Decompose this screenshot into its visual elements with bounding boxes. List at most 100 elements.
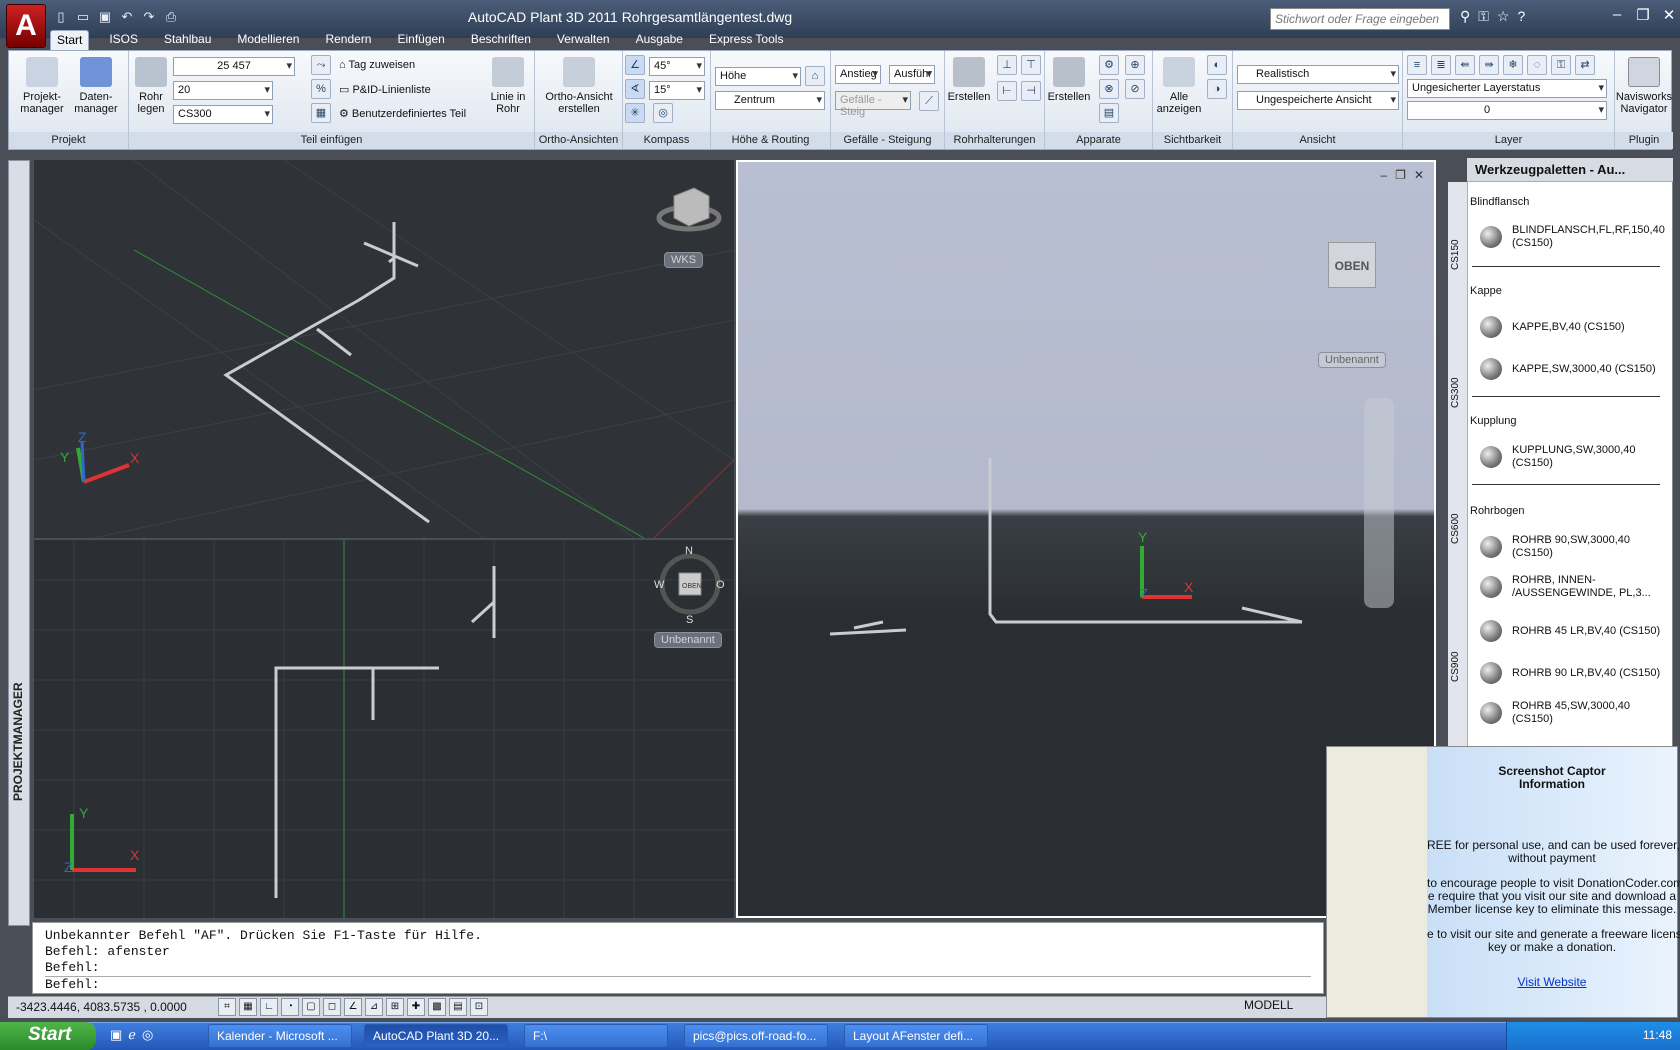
layer-prev-icon[interactable]: ⇚ xyxy=(1455,55,1475,75)
taskbar-item-active[interactable]: AutoCAD Plant 3D 20... xyxy=(364,1024,508,1048)
ausfuehr-button[interactable]: Ausführ xyxy=(889,65,935,84)
otrack-icon[interactable]: ∠ xyxy=(344,998,362,1016)
palette-item[interactable]: KAPPE,BV,40 (CS150) xyxy=(1480,316,1670,338)
datenmanager-button[interactable]: Daten- manager xyxy=(71,57,121,115)
palette-tab-cs300[interactable]: CS300 xyxy=(1450,377,1461,408)
taskbar-item[interactable]: F:\ xyxy=(524,1024,668,1048)
start-button[interactable]: Start xyxy=(0,1022,96,1050)
tab-modellieren[interactable]: Modellieren xyxy=(231,30,305,50)
help-icon[interactable]: ? xyxy=(1517,8,1525,25)
model-tab[interactable]: MODELL xyxy=(1244,998,1293,1012)
tpy-icon[interactable]: ▩ xyxy=(428,998,446,1016)
command-prompt[interactable]: Befehl: xyxy=(45,976,1311,993)
visit-website-link[interactable]: Visit Website xyxy=(1427,976,1677,989)
layer-state-combo[interactable]: Ungesicherter Layerstatus xyxy=(1407,79,1607,98)
compass-snap-icon[interactable]: ∠ xyxy=(625,55,645,75)
tab-beschriften[interactable]: Beschriften xyxy=(465,30,537,50)
layer-iso-icon[interactable]: ⇛ xyxy=(1479,55,1499,75)
palette-item[interactable]: BLINDFLANSCH,FL,RF,150,40 (CS150) xyxy=(1480,224,1670,250)
rohr-legen-button[interactable]: Rohr legen xyxy=(133,57,169,115)
ucs-menu-unbenannt-3d[interactable]: Unbenannt xyxy=(1318,352,1386,368)
polar-icon[interactable]: ◔ xyxy=(281,998,299,1016)
benutzerdefiniertes-teil-link[interactable]: ⚙ Benutzerdefiniertes Teil xyxy=(339,107,466,120)
compass-toggle-icon[interactable]: ◎ xyxy=(653,103,673,123)
route-icon[interactable]: ⤳ xyxy=(311,55,331,75)
compass-viewcube[interactable]: OBEN N S W O xyxy=(654,545,725,626)
anstieg-button[interactable]: Anstieg xyxy=(835,65,881,84)
equipment-template-icon[interactable]: ▤ xyxy=(1099,103,1119,123)
osnap-icon[interactable]: ▢ xyxy=(302,998,320,1016)
palette-item[interactable]: KAPPE,SW,3000,40 (CS150) xyxy=(1480,358,1670,380)
dyn-icon[interactable]: ⊞ xyxy=(386,998,404,1016)
percent-icon[interactable]: % xyxy=(311,79,331,99)
ucs-menu-unbenannt[interactable]: Unbenannt xyxy=(654,632,722,648)
linie-in-rohr-button[interactable]: Linie in Rohr xyxy=(485,57,531,115)
palette-tab-cs600[interactable]: CS600 xyxy=(1450,513,1461,544)
taskbar-item[interactable]: Kalender - Microsoft ... xyxy=(208,1024,352,1048)
palette-tab-cs900[interactable]: CS900 xyxy=(1450,651,1461,682)
layer-walk-icon[interactable]: ⇄ xyxy=(1575,55,1595,75)
support-list-icon[interactable]: ⊣ xyxy=(1021,81,1041,101)
taskbar-item[interactable]: Layout AFenster defi... xyxy=(844,1024,988,1048)
palette-item[interactable]: ROHRB 45,SW,3000,40 (CS150) xyxy=(1480,700,1670,726)
tab-ausgabe[interactable]: Ausgabe xyxy=(630,30,689,50)
slope-icon[interactable]: ⟋ xyxy=(919,91,939,111)
layer-props-icon[interactable]: ≡ xyxy=(1407,55,1427,75)
outlook-icon[interactable]: ◎ xyxy=(142,1027,153,1043)
zentrum-combo[interactable]: Zentrum xyxy=(715,91,825,110)
equipment-convert-icon[interactable]: ⊘ xyxy=(1125,79,1145,99)
desktop-icon[interactable]: ▣ xyxy=(110,1027,122,1043)
ortho-ansicht-button[interactable]: Ortho-Ansicht erstellen xyxy=(537,57,621,115)
ucs-menu-wks[interactable]: WKS xyxy=(664,252,704,268)
equipment-attach-icon[interactable]: ⊗ xyxy=(1099,79,1119,99)
tab-rendern[interactable]: Rendern xyxy=(319,30,377,50)
nd-combo[interactable]: 20 xyxy=(173,81,273,100)
compass-angle-icon[interactable]: ∢ xyxy=(625,79,645,99)
tab-stahlbau[interactable]: Stahlbau xyxy=(158,30,217,50)
pid-linienliste-link[interactable]: ▭ P&ID-Linienliste xyxy=(339,83,431,96)
tab-start[interactable]: Start xyxy=(50,30,90,50)
palette-item[interactable]: ROHRB 90,SW,3000,40 (CS150) xyxy=(1480,534,1670,560)
alle-anzeigen-button[interactable]: Alle anzeigen xyxy=(1155,57,1203,115)
search-input[interactable]: Stichwort oder Frage eingeben xyxy=(1270,8,1450,30)
qp-icon[interactable]: ▤ xyxy=(449,998,467,1016)
projektmanager-button[interactable]: Projekt- manager xyxy=(17,57,67,115)
key-icon[interactable]: ⚿ xyxy=(1478,8,1489,25)
support-move-icon[interactable]: ⊤ xyxy=(1021,55,1041,75)
layer-off-icon[interactable]: ◌ xyxy=(1527,55,1547,75)
hide-icon[interactable]: ◐ xyxy=(1207,55,1227,75)
apparat-erstellen-button[interactable]: Erstellen xyxy=(1047,57,1091,103)
lwt-icon[interactable]: ✚ xyxy=(407,998,425,1016)
star-icon[interactable]: ☆ xyxy=(1497,8,1510,25)
palette-item[interactable]: ROHRB 90 LR,BV,40 (CS150) xyxy=(1480,662,1670,684)
visual-style-combo[interactable]: Realistisch xyxy=(1237,65,1399,84)
tab-isos[interactable]: ISOS xyxy=(103,30,144,50)
viewcube-top[interactable]: OBEN xyxy=(1328,242,1376,288)
projektmanager-sidebar[interactable]: PROJEKTMANAGER xyxy=(8,160,30,926)
close-icon[interactable]: ✕ xyxy=(1658,6,1680,24)
gefaelle-field[interactable]: Gefälle - Steig xyxy=(835,91,911,118)
equipment-nozzle-icon[interactable]: ⊕ xyxy=(1125,55,1145,75)
tag-zuweisen-link[interactable]: ⌂ Tag zuweisen xyxy=(339,59,415,71)
vp-minimize-icon[interactable]: – xyxy=(1380,168,1387,182)
layer-match-icon[interactable]: ≣ xyxy=(1431,55,1451,75)
tab-express-tools[interactable]: Express Tools xyxy=(703,30,789,50)
ie-icon[interactable]: ℯ xyxy=(128,1027,136,1043)
ortho-icon[interactable]: ∟ xyxy=(260,998,278,1016)
tab-einfuegen[interactable]: Einfügen xyxy=(391,30,450,50)
equipment-edit-icon[interactable]: ⚙ xyxy=(1099,55,1119,75)
ducs-icon[interactable]: ⊿ xyxy=(365,998,383,1016)
view-combo[interactable]: Ungespeicherte Ansicht xyxy=(1237,91,1399,110)
navigation-bar[interactable] xyxy=(1364,398,1394,608)
taskbar-item[interactable]: pics@pics.off-road-fo... xyxy=(684,1024,828,1048)
isolate-icon[interactable]: ◑ xyxy=(1207,79,1227,99)
angle1-combo[interactable]: 45° xyxy=(649,57,705,76)
3dosnap-icon[interactable]: ◻ xyxy=(323,998,341,1016)
binoculars-icon[interactable]: ⚲ xyxy=(1460,8,1470,25)
hoehe-field[interactable]: Höhe xyxy=(715,67,801,86)
palette-item[interactable]: KUPPLUNG,SW,3000,40 (CS150) xyxy=(1480,444,1670,470)
compass-grid-icon[interactable]: ✳ xyxy=(625,103,645,123)
command-line[interactable]: Unbekannter Befehl "AF". Drücken Sie F1-… xyxy=(32,922,1324,994)
palette-tab-cs150[interactable]: CS150 xyxy=(1450,239,1461,270)
vp-close-icon[interactable]: ✕ xyxy=(1414,168,1424,182)
